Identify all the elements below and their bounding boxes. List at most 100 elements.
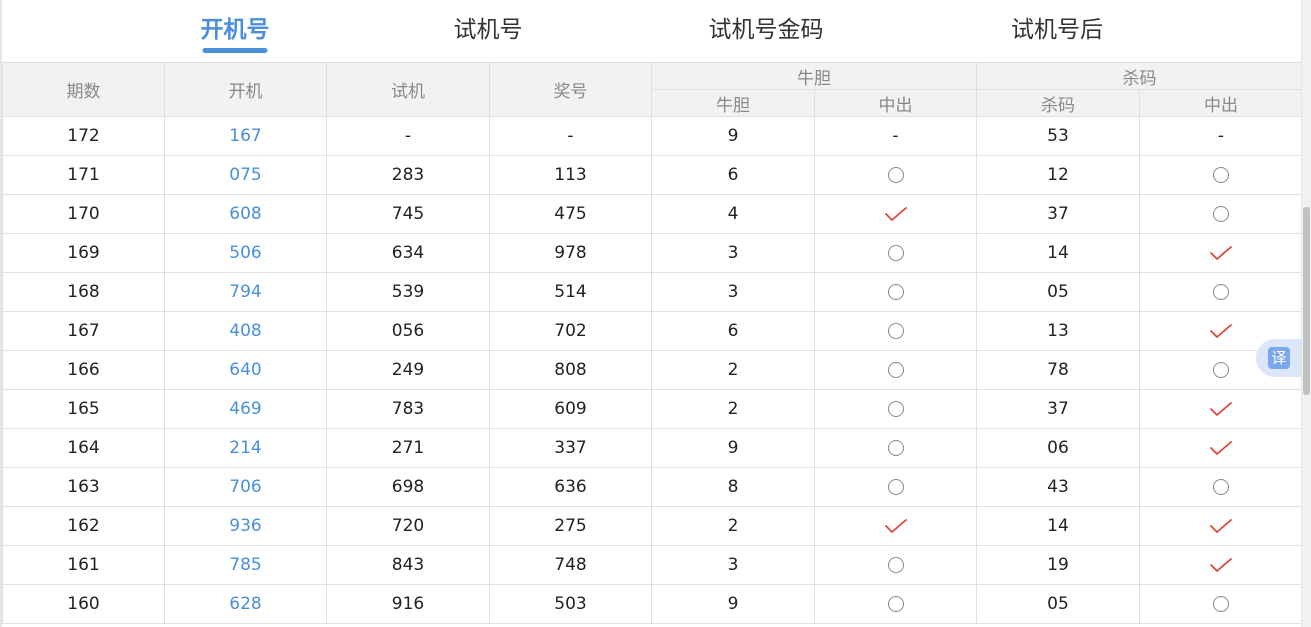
cell-niudan-hit (814, 428, 977, 468)
cell-jianghao: 275 (489, 506, 652, 546)
header-niudan: 牛胆 (651, 89, 815, 117)
cell-qishu: 165 (2, 389, 165, 429)
tab-label: 试机号金码 (708, 17, 824, 43)
cell-shiji: 249 (326, 350, 490, 390)
cell-shama-hit (1139, 389, 1303, 429)
cell-shama-hit: - (1139, 116, 1303, 156)
cell-kaiji: 640 (164, 350, 327, 390)
table-row: 172 167- -9-53- (2, 116, 1303, 156)
cell-kaiji: 706 (164, 467, 327, 507)
table-row: 171 075 283 113 6 12 (2, 155, 1303, 195)
cell-niudan: 3 (651, 272, 815, 312)
header-jianghao: 奖号 (489, 62, 652, 117)
header-qishu: 期数 (2, 62, 165, 117)
tab-shijihao[interactable]: 试机号 (454, 14, 523, 46)
cell-shiji: 843 (326, 545, 490, 585)
results-table-wrap: 期数 开机 试机 奖号 牛胆 杀码 牛胆 中出 杀码 中出 172 167- -9-… (2, 62, 1303, 624)
cell-shama: 14 (976, 506, 1140, 546)
cell-shama: 12 (976, 155, 1140, 195)
cell-jianghao: 978 (489, 233, 652, 273)
check-icon (1210, 246, 1232, 260)
cell-niudan-hit: - (814, 116, 977, 156)
cell-kaiji: 936 (164, 506, 327, 546)
cell-niudan: 9 (651, 428, 815, 468)
cell-shiji: 783 (326, 389, 490, 429)
cell-niudan: 3 (651, 545, 815, 585)
cell-niudan: 3 (651, 233, 815, 273)
table-row: 167 408 056 702 6 13 (2, 311, 1303, 351)
circle-icon (1213, 167, 1229, 183)
cell-shiji: 720 (326, 506, 490, 546)
cell-shiji: - (326, 116, 490, 156)
header-shama-hit: 中出 (1139, 89, 1303, 117)
cell-shama-hit (1139, 584, 1303, 624)
circle-icon (1213, 284, 1229, 300)
cell-niudan-hit (814, 155, 977, 195)
results-table: 期数 开机 试机 奖号 牛胆 杀码 牛胆 中出 杀码 中出 172 167- -9-… (2, 62, 1303, 624)
cell-shama: 37 (976, 194, 1140, 234)
cell-jianghao: 514 (489, 272, 652, 312)
cell-jianghao: 113 (489, 155, 652, 195)
table-row: 169 506 634 978 3 14 (2, 233, 1303, 273)
table-row: 166 640 249 808 2 78 (2, 350, 1303, 390)
active-tab-underline (202, 48, 268, 53)
cell-qishu: 162 (2, 506, 165, 546)
cell-shama-hit (1139, 506, 1303, 546)
cell-kaiji: 214 (164, 428, 327, 468)
circle-icon (1213, 596, 1229, 612)
header-group-niudan: 牛胆 (651, 62, 977, 90)
tab-kaijihao[interactable]: 开机号 (200, 14, 270, 53)
cell-shama: 37 (976, 389, 1140, 429)
header-niudan-hit: 中出 (814, 89, 977, 117)
cell-jianghao: 748 (489, 545, 652, 585)
circle-icon (887, 323, 904, 339)
table-row: 163 706 698 636 8 43 (2, 467, 1303, 507)
scrollbar-thumb[interactable] (1303, 207, 1310, 395)
check-icon (1210, 519, 1232, 533)
cell-niudan: 9 (651, 116, 815, 156)
circle-icon (887, 362, 904, 378)
cell-niudan-hit (814, 506, 977, 546)
circle-icon (887, 284, 904, 300)
cell-qishu: 164 (2, 428, 165, 468)
cell-niudan: 2 (651, 350, 815, 390)
tab-label: 试机号 (453, 17, 523, 43)
cell-qishu: 172 (2, 116, 165, 156)
circle-icon (887, 245, 904, 261)
cell-qishu: 166 (2, 350, 165, 390)
cell-niudan: 9 (651, 584, 815, 624)
cell-niudan-hit (814, 194, 977, 234)
cell-shama: 05 (976, 272, 1140, 312)
cell-shama-hit (1139, 428, 1303, 468)
translate-icon: 译 (1268, 347, 1290, 369)
circle-icon (1213, 206, 1229, 222)
circle-icon (887, 557, 904, 573)
cell-niudan-hit (814, 584, 977, 624)
cell-shama: 43 (976, 467, 1140, 507)
table-row: 165 469 783 609 2 37 (2, 389, 1303, 429)
tab-label: 试机号后 (1011, 17, 1103, 43)
cell-shama-hit (1139, 545, 1303, 585)
cell-qishu: 168 (2, 272, 165, 312)
cell-kaiji: 469 (164, 389, 327, 429)
check-icon (884, 207, 907, 221)
cell-shama-hit (1139, 233, 1303, 273)
cell-kaiji: 408 (164, 311, 327, 351)
tab-shijihao-jinma[interactable]: 试机号金码 (709, 14, 824, 46)
circle-icon (887, 440, 904, 456)
cell-kaiji: 506 (164, 233, 327, 273)
header-kaiji: 开机 (164, 62, 327, 117)
header-shama: 杀码 (976, 89, 1140, 117)
tab-bar: 开机号 试机号 试机号金码 试机号后 (0, 0, 1301, 62)
tab-label: 开机号 (200, 17, 270, 43)
page: 开机号 试机号 试机号金码 试机号后 期数 开机 试机 奖号 牛胆 杀码 牛胆 … (0, 0, 1311, 627)
vertical-scrollbar[interactable] (1301, 0, 1311, 627)
cell-niudan-hit (814, 311, 977, 351)
cell-shama: 05 (976, 584, 1140, 624)
table-row: 160 628 916 503 9 05 (2, 584, 1303, 624)
cell-kaiji: 608 (164, 194, 327, 234)
tab-shijihao-hou[interactable]: 试机号后 (1011, 14, 1103, 46)
cell-niudan: 6 (651, 155, 815, 195)
cell-jianghao: 475 (489, 194, 652, 234)
circle-icon (887, 479, 904, 495)
